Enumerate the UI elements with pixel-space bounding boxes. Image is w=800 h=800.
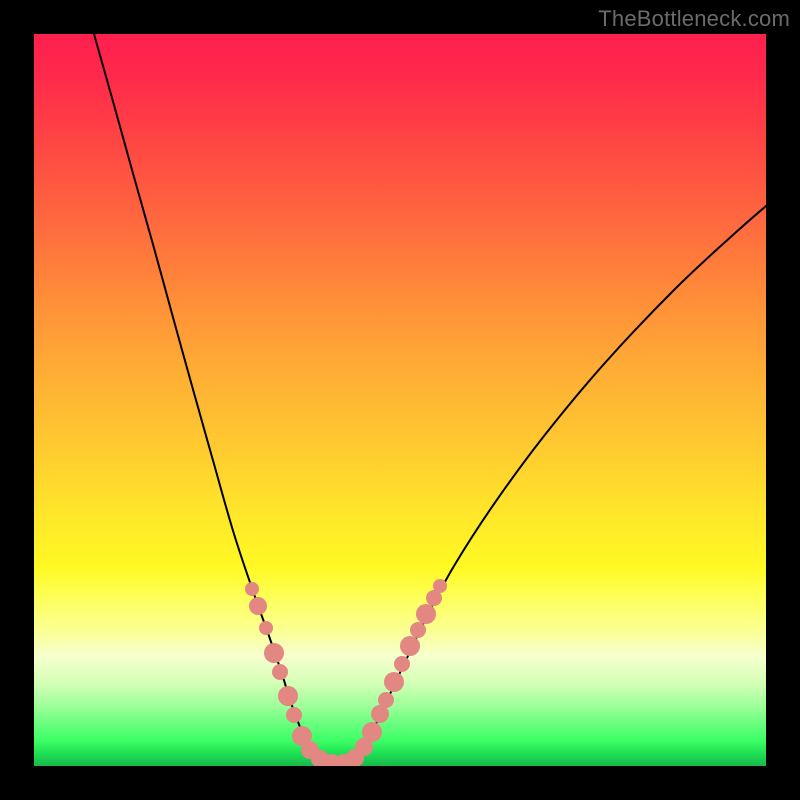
marker-bead [272, 664, 288, 680]
marker-bead [259, 621, 273, 635]
marker-bead [433, 579, 447, 593]
marker-bead [264, 643, 284, 663]
marker-bead [384, 672, 404, 692]
chart-frame: TheBottleneck.com [0, 0, 800, 800]
marker-bead [416, 604, 436, 624]
marker-bead [362, 722, 382, 742]
plot-area [34, 34, 766, 766]
marker-bead [245, 582, 259, 596]
marker-bead [394, 656, 410, 672]
marker-group [245, 579, 447, 766]
marker-bead [410, 622, 426, 638]
left-curve [94, 34, 324, 761]
marker-bead [378, 692, 394, 708]
marker-bead [286, 707, 302, 723]
marker-bead [249, 597, 267, 615]
watermark-text: TheBottleneck.com [598, 6, 790, 32]
marker-bead [400, 636, 420, 656]
chart-svg [34, 34, 766, 766]
right-curve [352, 206, 766, 761]
marker-bead [278, 686, 298, 706]
